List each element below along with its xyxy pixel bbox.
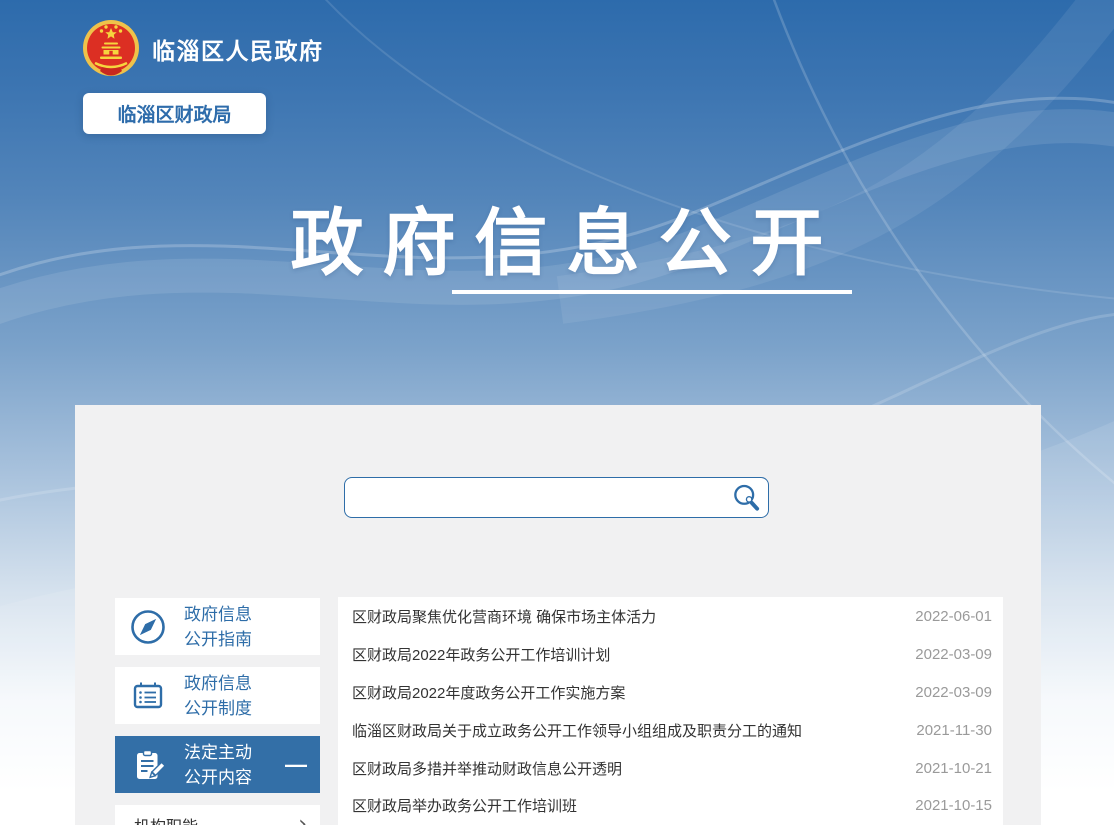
news-date: 2022-03-09 (915, 684, 992, 701)
search-icon (730, 482, 762, 514)
page-title: 政府信息公开 (0, 184, 1114, 290)
news-date: 2021-10-21 (915, 760, 992, 777)
search-input[interactable] (345, 478, 728, 517)
collapse-minus-icon[interactable]: — (285, 754, 307, 776)
news-title[interactable]: 区财政局2022年政务公开工作培训计划 (352, 644, 901, 665)
news-row[interactable]: 区财政局2022年度政务公开工作实施方案 2022-03-09 (338, 674, 1003, 712)
department-badge[interactable]: 临淄区财政局 (83, 93, 266, 134)
sidebar-subitem-label: 机构职能 (134, 813, 198, 825)
news-title[interactable]: 区财政局聚焦优化营商环境 确保市场主体活力 (352, 606, 901, 627)
page: 临淄区人民政府 临淄区财政局 政府信息公开 (0, 0, 1114, 825)
sidebar-nav: 政府信息 公开指南 政府信息 公开制度 (115, 598, 320, 825)
compass-icon (128, 607, 168, 647)
sidebar-item-label: 政府信息 公开制度 (184, 671, 252, 721)
content-panel: 政府信息 公开指南 政府信息 公开制度 (75, 405, 1041, 825)
news-title[interactable]: 区财政局多措并举推动财政信息公开透明 (352, 758, 901, 779)
news-row[interactable]: 区财政局聚焦优化营商环境 确保市场主体活力 2022-06-01 (338, 598, 1003, 636)
news-row[interactable]: 区财政局多措并举推动财政信息公开透明 2021-10-21 (338, 749, 1003, 787)
sidebar-item-info-disclosure-system[interactable]: 政府信息 公开制度 (115, 667, 320, 724)
sidebar-item-label: 政府信息 公开指南 (184, 602, 252, 652)
sidebar-item-info-disclosure-guide[interactable]: 政府信息 公开指南 (115, 598, 320, 655)
news-date: 2021-11-30 (916, 722, 992, 739)
site-title: 临淄区人民政府 (152, 32, 324, 66)
clipboard-pencil-icon (128, 745, 168, 785)
sidebar-item-statutory-disclosure[interactable]: 法定主动 公开内容 — (115, 736, 320, 793)
news-row[interactable]: 区财政局举办政务公开工作培训班 2021-10-15 (338, 787, 1003, 825)
news-row[interactable]: 区财政局2022年政务公开工作培训计划 2022-03-09 (338, 636, 1003, 674)
news-title[interactable]: 区财政局2022年度政务公开工作实施方案 (352, 682, 901, 703)
chevron-right-icon: › (298, 814, 307, 825)
ledger-list-icon (128, 676, 168, 716)
sidebar-subitem-org-functions[interactable]: 机构职能 › (115, 805, 320, 825)
news-list: 区财政局聚焦优化营商环境 确保市场主体活力 2022-06-01 区财政局202… (338, 597, 1003, 825)
news-title[interactable]: 区财政局举办政务公开工作培训班 (352, 795, 901, 816)
search-button[interactable] (728, 480, 764, 516)
news-title[interactable]: 临淄区财政局关于成立政务公开工作领导小组组成及职责分工的通知 (352, 720, 902, 741)
news-date: 2021-10-15 (915, 797, 992, 814)
sidebar-sub-list: 机构职能 › (115, 805, 320, 825)
search-box (344, 477, 769, 518)
news-date: 2022-06-01 (915, 608, 992, 625)
sidebar-item-label: 法定主动 公开内容 (184, 740, 252, 790)
news-date: 2022-03-09 (915, 646, 992, 663)
national-emblem-logo (82, 19, 140, 83)
title-underline (452, 290, 852, 294)
news-row[interactable]: 临淄区财政局关于成立政务公开工作领导小组组成及职责分工的通知 2021-11-3… (338, 711, 1003, 749)
